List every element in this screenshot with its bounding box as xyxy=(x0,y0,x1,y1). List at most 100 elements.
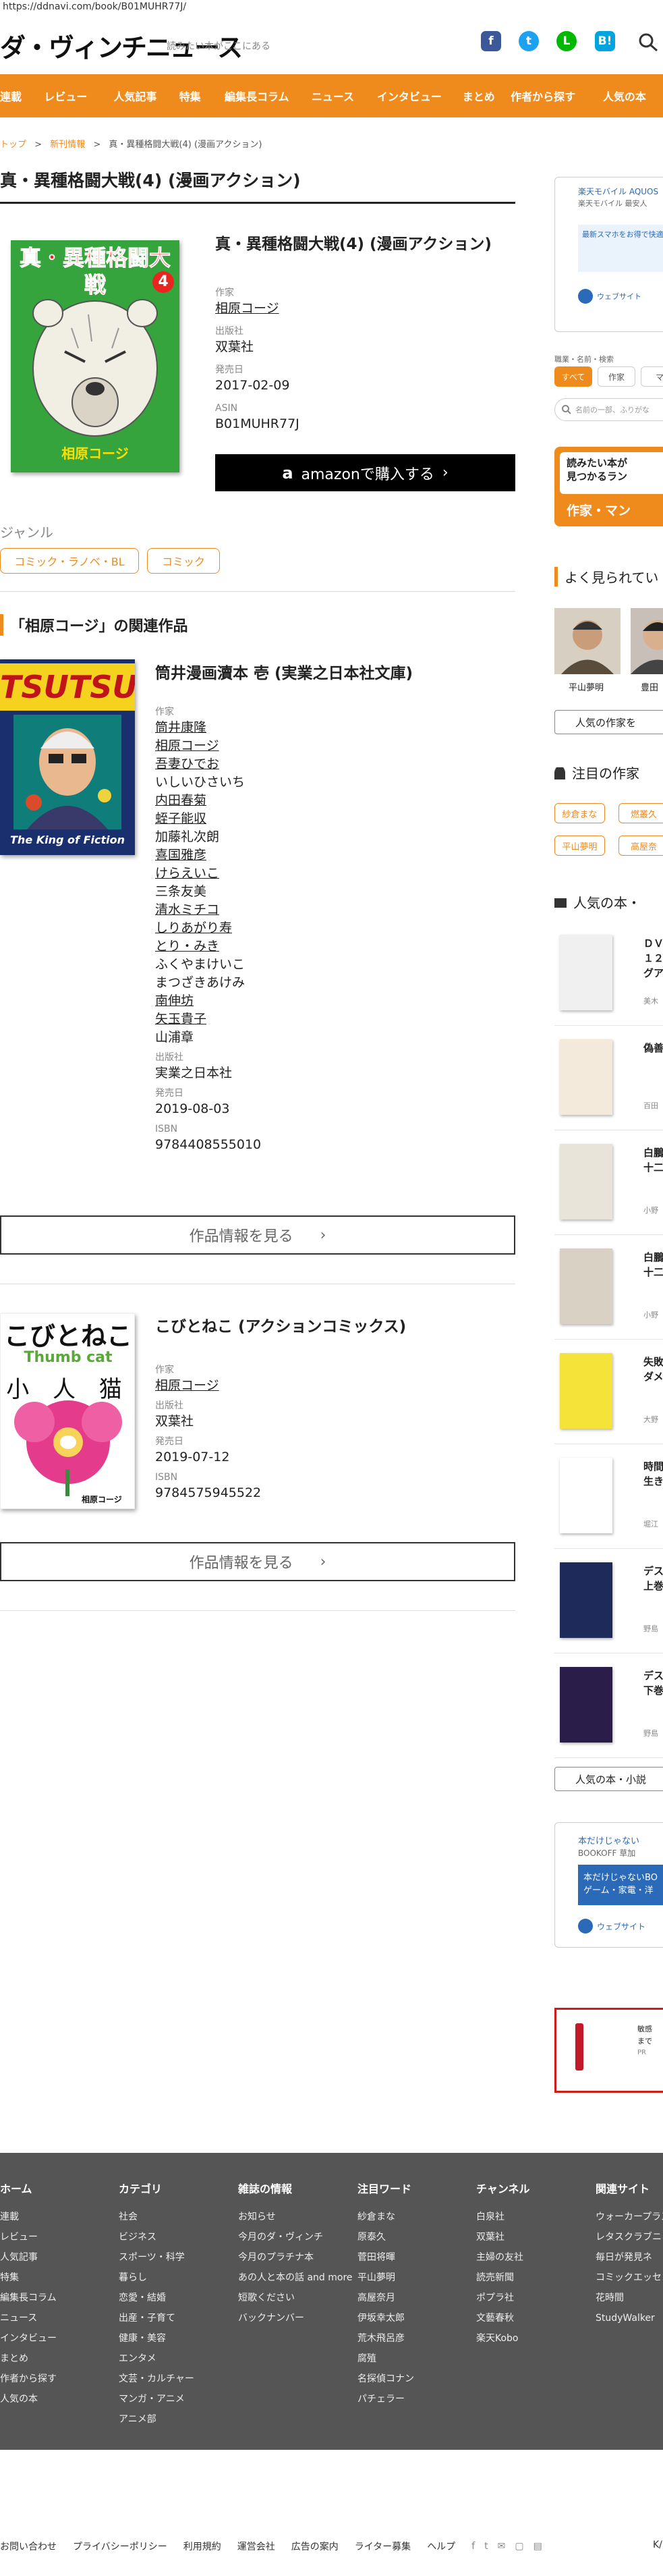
nav-item-review[interactable]: レビュー xyxy=(44,88,113,104)
author-link[interactable]: けらえいこ xyxy=(155,865,261,883)
footer-link[interactable]: 腐殖 xyxy=(357,2349,414,2369)
footer-heading[interactable]: 注目ワード xyxy=(357,2180,414,2196)
popular-author-name[interactable]: 豊田 xyxy=(641,680,658,693)
related-book-cover[interactable]: TSUTSUI The King of Fiction xyxy=(0,659,135,855)
footer-link[interactable]: ポプラ社 xyxy=(476,2288,530,2308)
footer-link[interactable]: 読売新聞 xyxy=(476,2268,530,2288)
nav-item-serial[interactable]: 連載 xyxy=(0,88,44,104)
footer-link[interactable]: 平山夢明 xyxy=(357,2268,414,2288)
author-link[interactable]: 相原コージ xyxy=(215,300,299,318)
footer-link[interactable]: 出産・子育て xyxy=(119,2308,194,2328)
nav-item-feature[interactable]: 特集 xyxy=(179,88,225,104)
help-link[interactable]: ヘルプ xyxy=(427,2540,455,2553)
search-icon[interactable] xyxy=(637,31,660,53)
related-book-cover[interactable]: こびとねこ Thumb cat 小 人 猫 相原コージ xyxy=(0,1313,135,1509)
popular-book-item[interactable]: 白鵬 十二 小野 xyxy=(554,1242,663,1340)
twitter-icon[interactable]: t xyxy=(519,31,539,51)
author-link[interactable]: 相原コージ xyxy=(155,737,261,755)
footer-link[interactable]: StudyWalker xyxy=(596,2308,663,2328)
view-details-button[interactable]: 作品情報を見る › xyxy=(0,1542,515,1581)
square-icon[interactable]: ▢ xyxy=(515,2541,523,2552)
footer-link[interactable]: 文藝春秋 xyxy=(476,2308,530,2328)
popular-book-item[interactable]: 偽善 百田 xyxy=(554,1033,663,1130)
footer-link[interactable]: 原泰久 xyxy=(357,2227,414,2247)
footer-link[interactable]: エンタメ xyxy=(119,2349,194,2369)
nav-item-popular[interactable]: 人気記事 xyxy=(113,88,179,104)
footer-link[interactable]: 作者から探す xyxy=(0,2369,57,2389)
company-link[interactable]: 運営会社 xyxy=(237,2540,275,2553)
author-link[interactable]: とり・みき xyxy=(155,937,261,956)
search-tab-author[interactable]: 作家 xyxy=(598,366,635,387)
breadcrumb-section[interactable]: 新刊情報 xyxy=(50,140,85,150)
nav-item-news[interactable]: ニュース xyxy=(312,88,377,104)
footer-link[interactable]: 花時間 xyxy=(596,2288,663,2308)
nav-item-search-author[interactable]: 作者から探す xyxy=(511,88,603,104)
attention-tag[interactable]: 燃叢久 xyxy=(618,803,663,823)
footer-heading[interactable]: 関連サイト xyxy=(596,2180,663,2196)
footer-link[interactable]: 特集 xyxy=(0,2268,57,2288)
search-tab-all[interactable]: すべて xyxy=(554,366,592,387)
author-link[interactable]: しりあがり寿 xyxy=(155,919,261,937)
mail-icon[interactable]: ✉ xyxy=(498,2541,506,2552)
amazon-buy-button[interactable]: a amazonで購入する › xyxy=(215,454,515,491)
footer-link[interactable]: 伊坂幸太郎 xyxy=(357,2308,414,2328)
footer-link[interactable]: スポーツ・科学 xyxy=(119,2247,194,2268)
footer-link[interactable]: 暮らし xyxy=(119,2268,194,2288)
author-link[interactable]: 吾妻ひでお xyxy=(155,755,261,773)
facebook-icon[interactable]: f xyxy=(481,31,501,51)
footer-link[interactable]: パチェラー xyxy=(357,2389,414,2409)
footer-heading[interactable]: ホーム xyxy=(0,2180,57,2196)
footer-link[interactable]: 恋愛・結婚 xyxy=(119,2288,194,2308)
popular-authors-more[interactable]: 人気の作家を xyxy=(554,710,663,734)
genre-tag[interactable]: コミック xyxy=(147,548,220,574)
footer-link[interactable]: 荒木飛呂彦 xyxy=(357,2328,414,2349)
footer-link[interactable]: お知らせ xyxy=(238,2207,353,2227)
ad-link[interactable]: ウェブサイト xyxy=(597,291,641,302)
search-tab-manga[interactable]: マ xyxy=(641,366,663,387)
footer-link[interactable]: 毎日が発見ネ xyxy=(596,2247,663,2268)
footer-link[interactable]: 連載 xyxy=(0,2207,57,2227)
author-link[interactable]: 清水ミチコ xyxy=(155,901,261,919)
footer-link[interactable]: 短歌ください xyxy=(238,2288,353,2308)
popular-author-name[interactable]: 平山夢明 xyxy=(569,680,604,693)
author-link[interactable]: 喜国雅彦 xyxy=(155,846,261,865)
footer-link[interactable]: コミックエッセ xyxy=(596,2268,663,2288)
nav-item-matome[interactable]: まとめ xyxy=(463,88,511,104)
attention-tag[interactable]: 高屋奈 xyxy=(618,835,663,856)
ad-link[interactable]: ウェブサイト xyxy=(597,1921,645,1932)
footer-link[interactable]: ビジネス xyxy=(119,2227,194,2247)
footer-link[interactable]: バックナンバー xyxy=(238,2308,353,2328)
attention-tag[interactable]: 平山夢明 xyxy=(554,835,605,856)
hatena-bookmark-icon[interactable]: B! xyxy=(595,31,615,51)
footer-link[interactable]: 今月のダ・ヴィンチ xyxy=(238,2227,353,2247)
popular-book-item[interactable]: 失敗 ダメ 大野 xyxy=(554,1346,663,1444)
footer-link[interactable]: アニメ部 xyxy=(119,2409,194,2430)
footer-link[interactable]: マンガ・アニメ xyxy=(119,2389,194,2409)
nav-item-interview[interactable]: インタビュー xyxy=(377,88,463,104)
popular-book-item[interactable]: 白鵬 十二 小野 xyxy=(554,1137,663,1235)
popular-book-item[interactable]: デス 下巻 野島 xyxy=(554,1660,663,1758)
footer-link[interactable]: ニュース xyxy=(0,2308,57,2328)
author-link[interactable]: 相原コージ xyxy=(155,1377,261,1395)
sidebar-ad-bookoff[interactable]: 本だけじゃない BOOKOFF 草加 本だけじゃないBO ゲーム・家電・洋 ウェブ… xyxy=(554,1822,663,1948)
footer-link[interactable]: 紗倉まな xyxy=(357,2207,414,2227)
footer-link[interactable]: レタスクラブニ xyxy=(596,2227,663,2247)
author-search-banner[interactable]: 読みたい本が 見つかるラン 作家・マン xyxy=(554,447,663,526)
popular-book-item[interactable]: 時間 生き 堀江 xyxy=(554,1451,663,1549)
footer-link[interactable]: 健康・美容 xyxy=(119,2328,194,2349)
footer-link[interactable]: 双葉社 xyxy=(476,2227,530,2247)
footer-link[interactable]: 名探偵コナン xyxy=(357,2369,414,2389)
footer-heading[interactable]: 雑誌の情報 xyxy=(238,2180,353,2196)
popular-book-item[interactable]: ＤＶ １２ グア 美木 xyxy=(554,928,663,1026)
genre-tag[interactable]: コミック・ラノベ・BL xyxy=(0,548,139,574)
privacy-link[interactable]: プライバシーポリシー xyxy=(73,2540,167,2553)
nav-item-editor-column[interactable]: 編集長コラム xyxy=(225,88,312,104)
footer-link[interactable]: 菅田将暉 xyxy=(357,2247,414,2268)
attention-tag[interactable]: 紗倉まな xyxy=(554,803,605,823)
footer-heading[interactable]: カテゴリ xyxy=(119,2180,194,2196)
line-icon[interactable]: L xyxy=(556,31,577,51)
footer-link[interactable]: ウォーカープラス xyxy=(596,2207,663,2227)
footer-link[interactable]: 白泉社 xyxy=(476,2207,530,2227)
sidebar-ad-rakuten[interactable]: 楽天モバイル AQUOS 楽天モバイル 最安人 最新スマホをお得で快適 ウェブサ… xyxy=(554,177,663,332)
footer-link[interactable]: 今月のプラチナ本 xyxy=(238,2247,353,2268)
